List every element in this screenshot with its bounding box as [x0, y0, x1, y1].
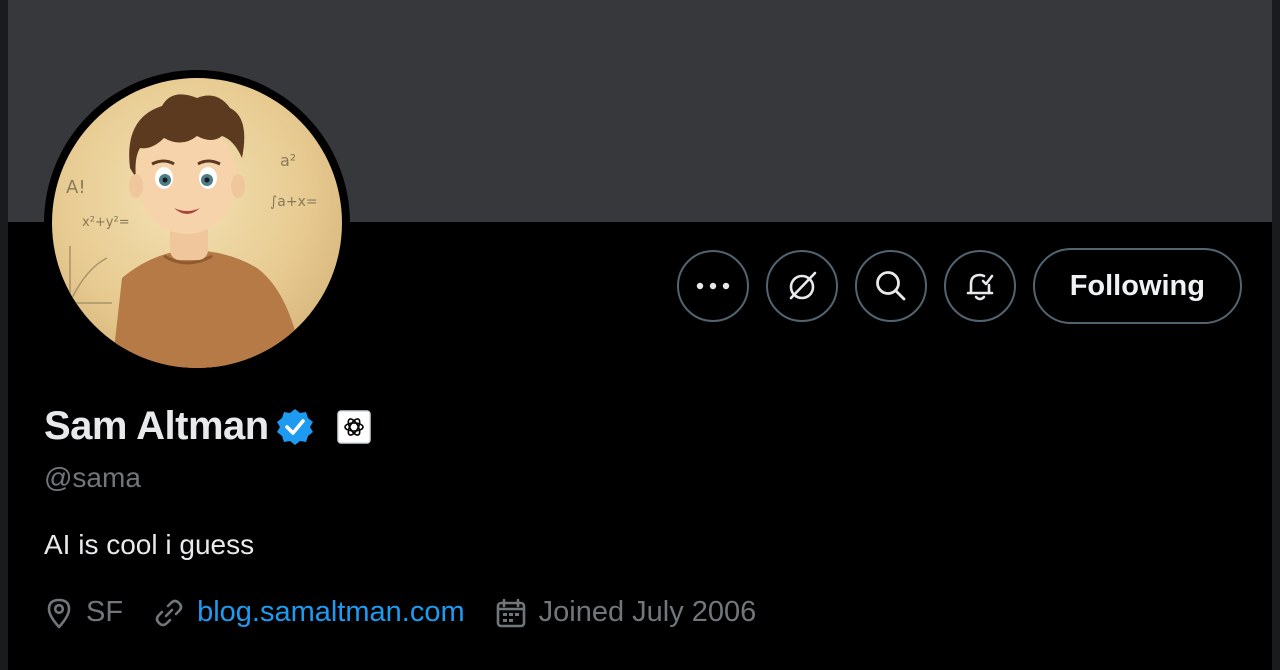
avatar-doodle-2: x²+y²= — [82, 215, 130, 230]
joined-item: Joined July 2006 — [495, 596, 757, 629]
location-pin-icon — [47, 598, 71, 628]
location-item: SF — [44, 596, 123, 629]
profile-bio: AI is cool i guess — [44, 529, 255, 560]
search-button[interactable] — [854, 250, 927, 322]
avatar-border: A! x²+y²= a² ∫a+x= — [44, 70, 350, 376]
search-icon — [875, 271, 906, 301]
user-handle: @sama — [44, 462, 141, 493]
notification-bell-icon — [966, 273, 993, 301]
website-item: blog.samaltman.com — [153, 596, 465, 629]
more-button[interactable] — [676, 250, 749, 322]
profile-actions: Following — [676, 248, 1242, 324]
verified-badge-icon[interactable] — [275, 407, 315, 447]
name-row: Sam Altman — [44, 404, 371, 449]
profile-page: A! x²+y²= a² ∫a+x= Following Sam Altman … — [0, 0, 1280, 670]
avatar[interactable]: A! x²+y²= a² ∫a+x= — [52, 78, 342, 368]
following-button[interactable]: Following — [1032, 248, 1242, 324]
avatar-doodle-1: A! — [66, 177, 86, 198]
joined-date: Joined July 2006 — [538, 596, 757, 628]
link-icon — [155, 599, 183, 626]
grok-button[interactable] — [765, 250, 838, 322]
profile-meta: SF blog.samaltman.com Joined July 2006 — [44, 596, 786, 629]
avatar-doodle-4: ∫a+x= — [270, 194, 318, 210]
notifications-button[interactable] — [943, 250, 1016, 322]
more-icon — [696, 282, 729, 290]
website-link[interactable]: blog.samaltman.com — [197, 596, 465, 629]
calendar-icon — [496, 598, 525, 627]
location-text: SF — [86, 596, 124, 628]
avatar-illustration: A! x²+y²= a² ∫a+x= — [66, 94, 318, 368]
affiliation-badge-icon[interactable] — [336, 409, 371, 444]
display-name: Sam Altman — [44, 404, 269, 448]
grok-icon — [789, 271, 816, 300]
avatar-doodle-3: a² — [280, 151, 296, 170]
